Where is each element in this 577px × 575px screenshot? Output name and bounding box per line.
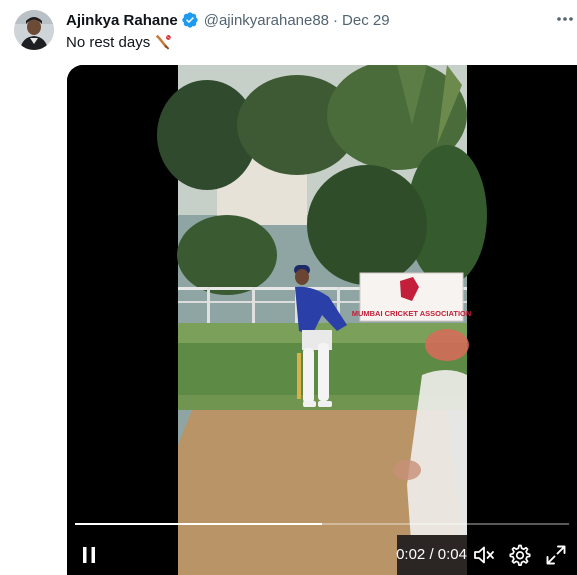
avatar[interactable] — [14, 10, 54, 50]
video-time: 0:02 / 0:04 — [367, 545, 467, 565]
settings-button[interactable] — [508, 543, 532, 567]
video-frame: MUMBAI CRICKET ASSOCIATION — [67, 65, 577, 575]
avatar-image — [14, 10, 54, 50]
more-options-button[interactable] — [556, 12, 574, 26]
verified-badge-icon — [181, 11, 199, 29]
tweet-text-content: No rest days — [66, 33, 151, 51]
more-dots-icon — [557, 17, 573, 21]
fullscreen-button[interactable] — [544, 543, 568, 567]
tweet-date[interactable]: Dec 29 — [342, 12, 390, 29]
author-name[interactable]: Ajinkya Rahane — [66, 12, 178, 29]
video-progress-fill — [75, 523, 322, 525]
pause-button[interactable] — [77, 543, 101, 567]
cricket-bat-emoji-icon — [154, 33, 172, 51]
tweet: Ajinkya Rahane @ajinkyarahane88 · Dec 29… — [0, 0, 577, 575]
header-separator: · — [333, 11, 339, 29]
author-handle[interactable]: @ajinkyarahane88 — [204, 12, 329, 29]
video-controls: 0:02 / 0:04 — [67, 535, 577, 575]
current-time: 0:02 — [396, 546, 426, 563]
time-separator: / — [425, 546, 438, 563]
gear-icon — [509, 544, 531, 566]
video-progress-bar[interactable] — [75, 523, 569, 525]
tweet-header: Ajinkya Rahane @ajinkyarahane88 · Dec 29 — [66, 10, 390, 30]
video-player[interactable]: MUMBAI CRICKET ASSOCIATION 0:02 / 0:04 — [67, 65, 577, 575]
speaker-muted-icon — [474, 546, 494, 564]
pause-icon — [83, 547, 95, 563]
mute-button[interactable] — [472, 543, 496, 567]
duration: 0:04 — [437, 546, 467, 563]
banner-text: MUMBAI CRICKET ASSOCIATION — [352, 309, 472, 318]
expand-icon — [546, 545, 566, 565]
tweet-text: No rest days — [66, 33, 172, 51]
